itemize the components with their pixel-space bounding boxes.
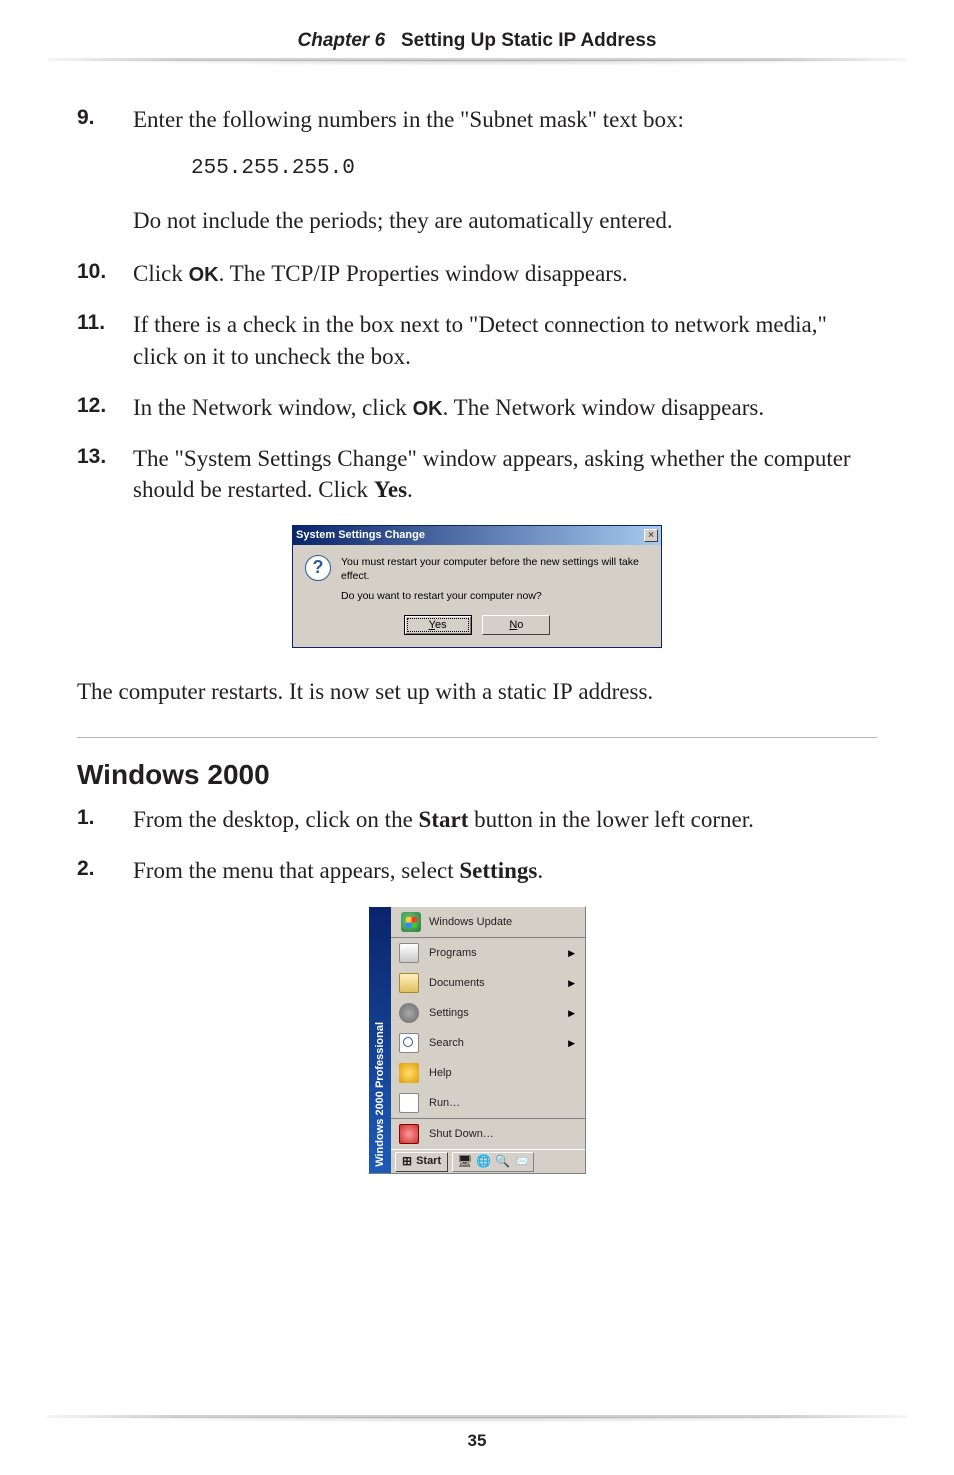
step-13: 13. The "System Settings Change" window …	[77, 443, 877, 505]
start-button[interactable]: ⊞ Start	[395, 1152, 448, 1172]
step-2-number: 2.	[77, 855, 133, 886]
menu-item-label: Run…	[429, 1096, 460, 1111]
quick-launch: 🖥 🌐 🔍 📨	[452, 1152, 534, 1172]
submenu-arrow-icon: ▶	[568, 1037, 575, 1049]
step-10-text-c: Properties window disappears.	[340, 261, 627, 286]
step-1-text-b: button in the lower left corner.	[468, 807, 754, 832]
step-10-text-b: . The	[219, 261, 272, 286]
step-10: 10. Click OK. The TCP/IP Properties wind…	[77, 258, 877, 289]
step-2-settings: Settings	[459, 858, 537, 883]
close-icon[interactable]: ×	[644, 529, 658, 542]
menu-item-documents[interactable]: Documents ▶	[391, 968, 585, 998]
run--icon	[399, 1093, 419, 1113]
step-9-code: 255.255.255.0	[191, 155, 877, 183]
step-13-yes: Yes	[374, 477, 407, 502]
header-divider	[47, 58, 907, 66]
section-divider	[77, 737, 877, 738]
step-12-number: 12.	[77, 392, 133, 423]
page-footer: 35	[0, 1415, 954, 1451]
chapter-title-text: Setting Up Static IP Address	[401, 30, 657, 51]
step-10-tcpip: TCP/IP	[271, 261, 340, 286]
step-1: 1. From the desktop, click on the Start …	[77, 804, 877, 835]
step-11: 11. If there is a check in the box next …	[77, 309, 877, 371]
windows-logo-icon: ⊞	[402, 1153, 412, 1169]
programs-icon	[399, 943, 419, 963]
start-menu-stripe: Windows 2000 Professional	[369, 907, 391, 1173]
step-13-number: 13.	[77, 443, 133, 505]
menu-item-settings[interactable]: Settings ▶	[391, 998, 585, 1028]
menu-item-label: Documents	[429, 976, 485, 991]
step-10-number: 10.	[77, 258, 133, 289]
dialog-line1: You must restart your computer before th…	[341, 555, 649, 583]
step-2-text-a: From the menu that appears, select	[133, 858, 459, 883]
start-menu-stripe-text: Windows 2000 Professional	[373, 1016, 388, 1173]
main-content: 9. Enter the following numbers in the "S…	[77, 104, 877, 707]
tray-icon[interactable]: 🖥	[457, 1153, 472, 1169]
menu-item-label: Settings	[429, 1006, 469, 1021]
menu-item-label: Search	[429, 1036, 464, 1051]
step-9-number: 9.	[77, 104, 133, 135]
chapter-label: Chapter 6	[298, 30, 386, 51]
tray-icon[interactable]: 🔍	[495, 1153, 510, 1169]
tray-icon[interactable]: 🌐	[476, 1153, 491, 1169]
running-header: Chapter 6 Setting Up Static IP Address	[0, 30, 954, 52]
dialog-line2: Do you want to restart your computer now…	[341, 589, 649, 603]
step-1-text-a: From the desktop, click on the	[133, 807, 419, 832]
step-10-ok: OK	[189, 264, 219, 286]
step-9: 9. Enter the following numbers in the "S…	[77, 104, 877, 135]
search-icon	[399, 1033, 419, 1053]
submenu-arrow-icon: ▶	[568, 977, 575, 989]
dialog-figure: System Settings Change × ? You must rest…	[77, 525, 877, 648]
menu-item-windows-update[interactable]: Windows Update	[391, 912, 585, 932]
step-9-text-a: Enter the following numbers in the "Subn…	[133, 107, 684, 132]
menu-item-shutdown[interactable]: Shut Down…	[391, 1119, 585, 1149]
step-2: 2. From the menu that appears, select Se…	[77, 855, 877, 886]
step-12-text-a: In the Network window, click	[133, 395, 413, 420]
menu-item-programs[interactable]: Programs ▶	[391, 938, 585, 968]
section-title: Windows 2000	[77, 756, 877, 794]
step-12-ok: OK	[413, 398, 443, 420]
startmenu-figure: Windows 2000 Professional Windows Update…	[77, 906, 877, 1174]
system-settings-dialog: System Settings Change × ? You must rest…	[292, 525, 662, 648]
menu-item-label: Shut Down…	[429, 1127, 494, 1142]
page-number: 35	[0, 1431, 954, 1451]
ip-text: IP	[552, 679, 572, 704]
step-13-text-a: The "System Settings Change" window appe…	[133, 446, 851, 502]
menu-item-search[interactable]: Search ▶	[391, 1028, 585, 1058]
windows-update-icon	[401, 912, 421, 932]
settings-icon	[399, 1003, 419, 1023]
step-13-text-b: .	[407, 477, 413, 502]
step-9-text-b: Do not include the periods; they are aut…	[133, 205, 877, 236]
yes-button[interactable]: Yes	[404, 615, 472, 635]
menu-item-label: Programs	[429, 946, 477, 961]
menu-item-label: Help	[429, 1066, 452, 1081]
step-12: 12. In the Network window, click OK. The…	[77, 392, 877, 423]
menu-item-help[interactable]: Help	[391, 1058, 585, 1088]
submenu-arrow-icon: ▶	[568, 947, 575, 959]
step-10-text-a: Click	[133, 261, 189, 286]
help-icon	[399, 1063, 419, 1083]
step-2-text-b: .	[537, 858, 543, 883]
tray-icon[interactable]: 📨	[514, 1153, 529, 1169]
dialog-titlebar: System Settings Change ×	[293, 526, 661, 545]
step-1-number: 1.	[77, 804, 133, 835]
step-1-start: Start	[419, 807, 469, 832]
step-12-text-b: . The Network window disappears.	[443, 395, 765, 420]
start-menu: Windows 2000 Professional Windows Update…	[368, 906, 586, 1174]
step-11-text: If there is a check in the box next to "…	[133, 309, 877, 371]
menu-item-label: Windows Update	[429, 915, 512, 930]
menu-item-run-[interactable]: Run…	[391, 1088, 585, 1118]
taskbar: ⊞ Start 🖥 🌐 🔍 📨	[391, 1149, 585, 1173]
no-button[interactable]: No	[482, 615, 550, 635]
closing-paragraph: The computer restarts. It is now set up …	[77, 676, 877, 707]
documents-icon	[399, 973, 419, 993]
shutdown-icon	[399, 1124, 419, 1144]
question-icon: ?	[305, 555, 331, 581]
chapter-title	[390, 30, 401, 51]
submenu-arrow-icon: ▶	[568, 1007, 575, 1019]
dialog-title: System Settings Change	[296, 528, 425, 543]
step-11-number: 11.	[77, 309, 133, 371]
start-button-label: Start	[416, 1154, 441, 1169]
